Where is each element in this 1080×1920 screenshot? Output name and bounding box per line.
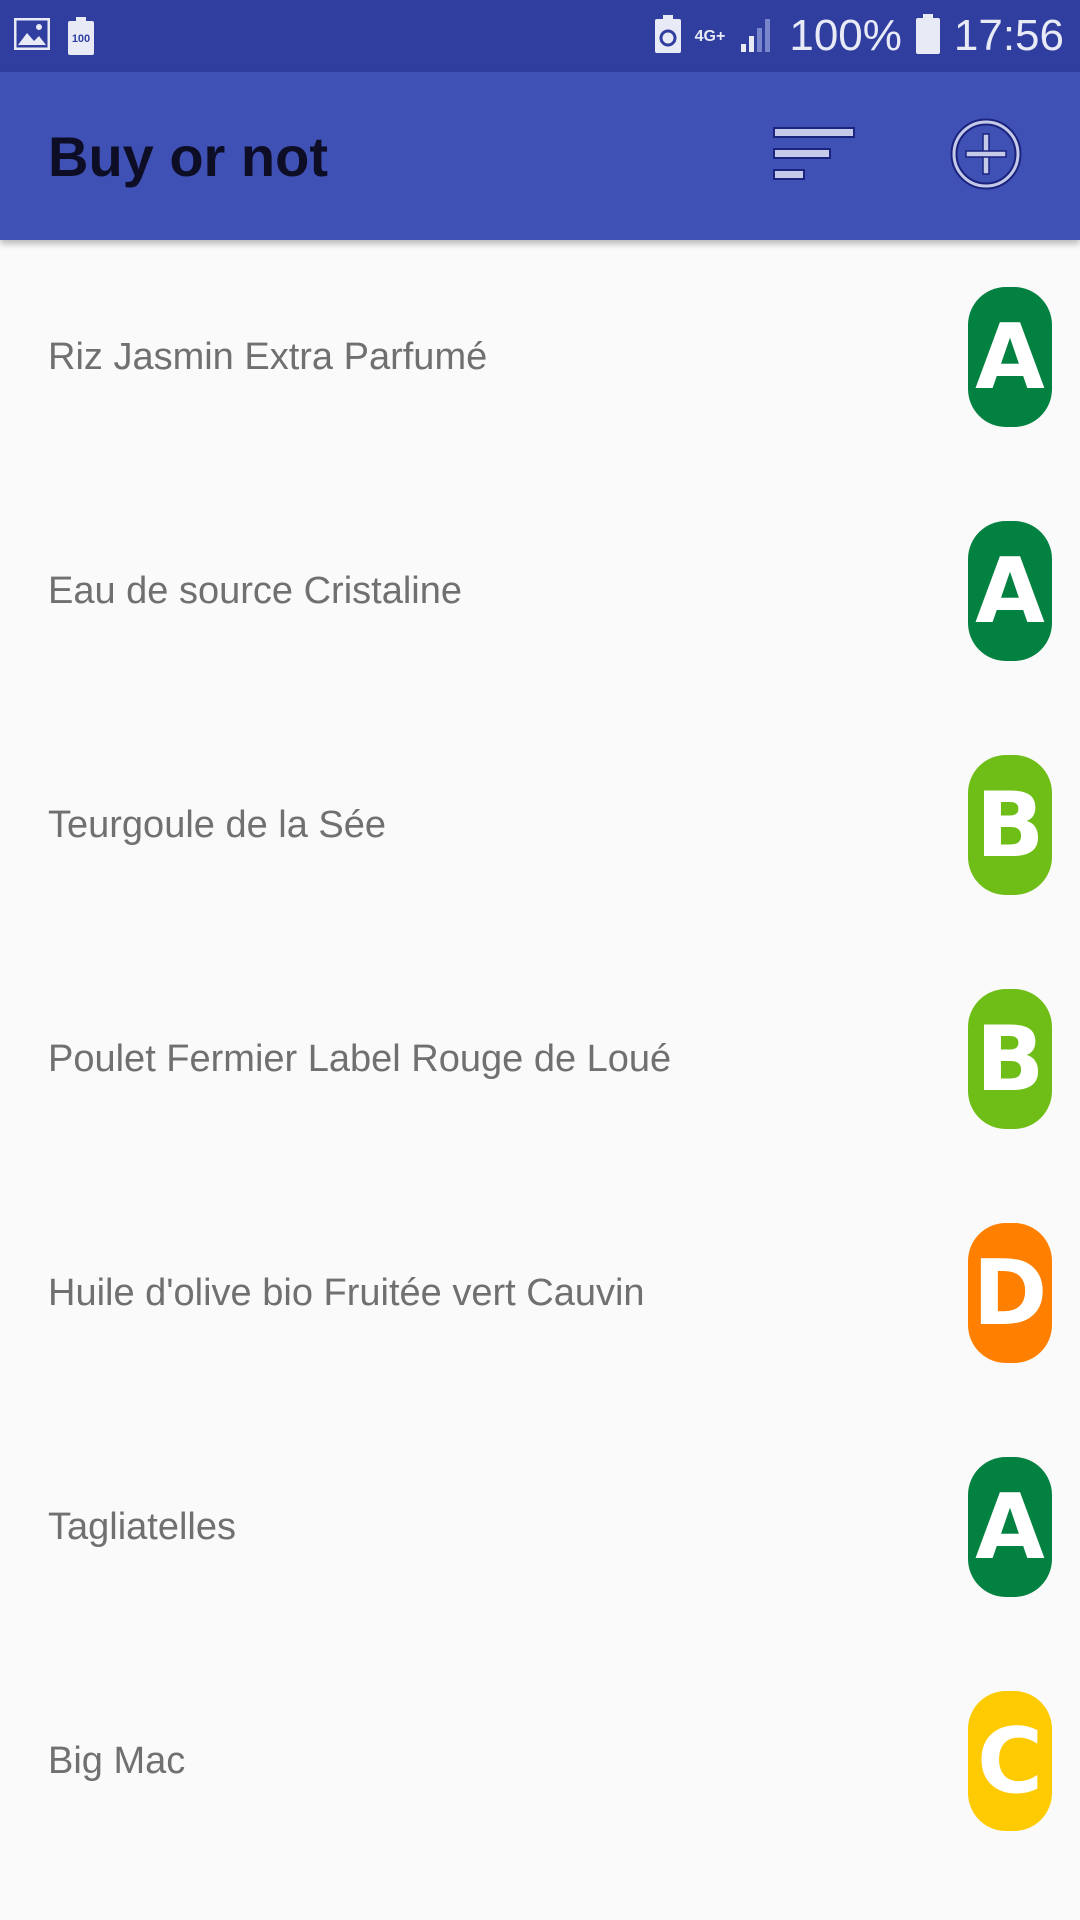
nutriscore-badge: A (968, 521, 1052, 661)
list-item[interactable]: Huile d'olive bio Fruitée vert Cauvin D (0, 1176, 1080, 1410)
network-type-label: 4G+ (694, 27, 726, 45)
gallery-notification-icon (13, 17, 51, 55)
clock: 17:56 (953, 11, 1064, 60)
battery-percent: 100% (789, 11, 902, 60)
product-list: Riz Jasmin Extra Parfumé A Eau de source… (0, 240, 1080, 1878)
battery-notification-icon: 100 (68, 17, 94, 55)
status-right: 4G+ 100% 17:56 (641, 11, 1064, 61)
list-item[interactable]: Eau de source Cristaline A (0, 474, 1080, 708)
add-circle-icon (950, 118, 1022, 195)
battery-icon (915, 13, 940, 59)
product-name: Huile d'olive bio Fruitée vert Cauvin (48, 1271, 645, 1314)
nutriscore-badge: B (968, 755, 1052, 895)
list-item[interactable]: Big Mac C (0, 1644, 1080, 1878)
signal-icon (739, 16, 775, 57)
nutriscore-badge: D (968, 1223, 1052, 1363)
nutriscore-badge: C (968, 1691, 1052, 1831)
app-title: Buy or not (48, 124, 328, 188)
nutriscore-badge: A (968, 287, 1052, 427)
status-left: 100 (13, 17, 112, 55)
nutriscore-badge: A (968, 1457, 1052, 1597)
sort-icon (772, 126, 856, 187)
list-item[interactable]: Poulet Fermier Label Rouge de Loué B (0, 942, 1080, 1176)
product-name: Big Mac (48, 1739, 186, 1782)
app-bar: Buy or not (0, 72, 1080, 240)
battery-notification-label: 100 (71, 33, 91, 45)
product-name: Eau de source Cristaline (48, 569, 462, 612)
list-item[interactable]: Riz Jasmin Extra Parfumé A (0, 240, 1080, 474)
product-name: Teurgoule de la Sée (48, 803, 387, 846)
list-item[interactable]: Teurgoule de la Sée B (0, 708, 1080, 942)
status-bar: 100 4G+ 100% 17:56 (0, 0, 1080, 72)
battery-saver-icon (654, 14, 681, 58)
sort-button[interactable] (764, 106, 864, 206)
nutriscore-badge: B (968, 989, 1052, 1129)
product-name: Tagliatelles (48, 1505, 236, 1548)
list-item[interactable]: Tagliatelles A (0, 1410, 1080, 1644)
add-product-button[interactable] (936, 106, 1036, 206)
product-name: Riz Jasmin Extra Parfumé (48, 335, 488, 378)
product-name: Poulet Fermier Label Rouge de Loué (48, 1037, 672, 1080)
